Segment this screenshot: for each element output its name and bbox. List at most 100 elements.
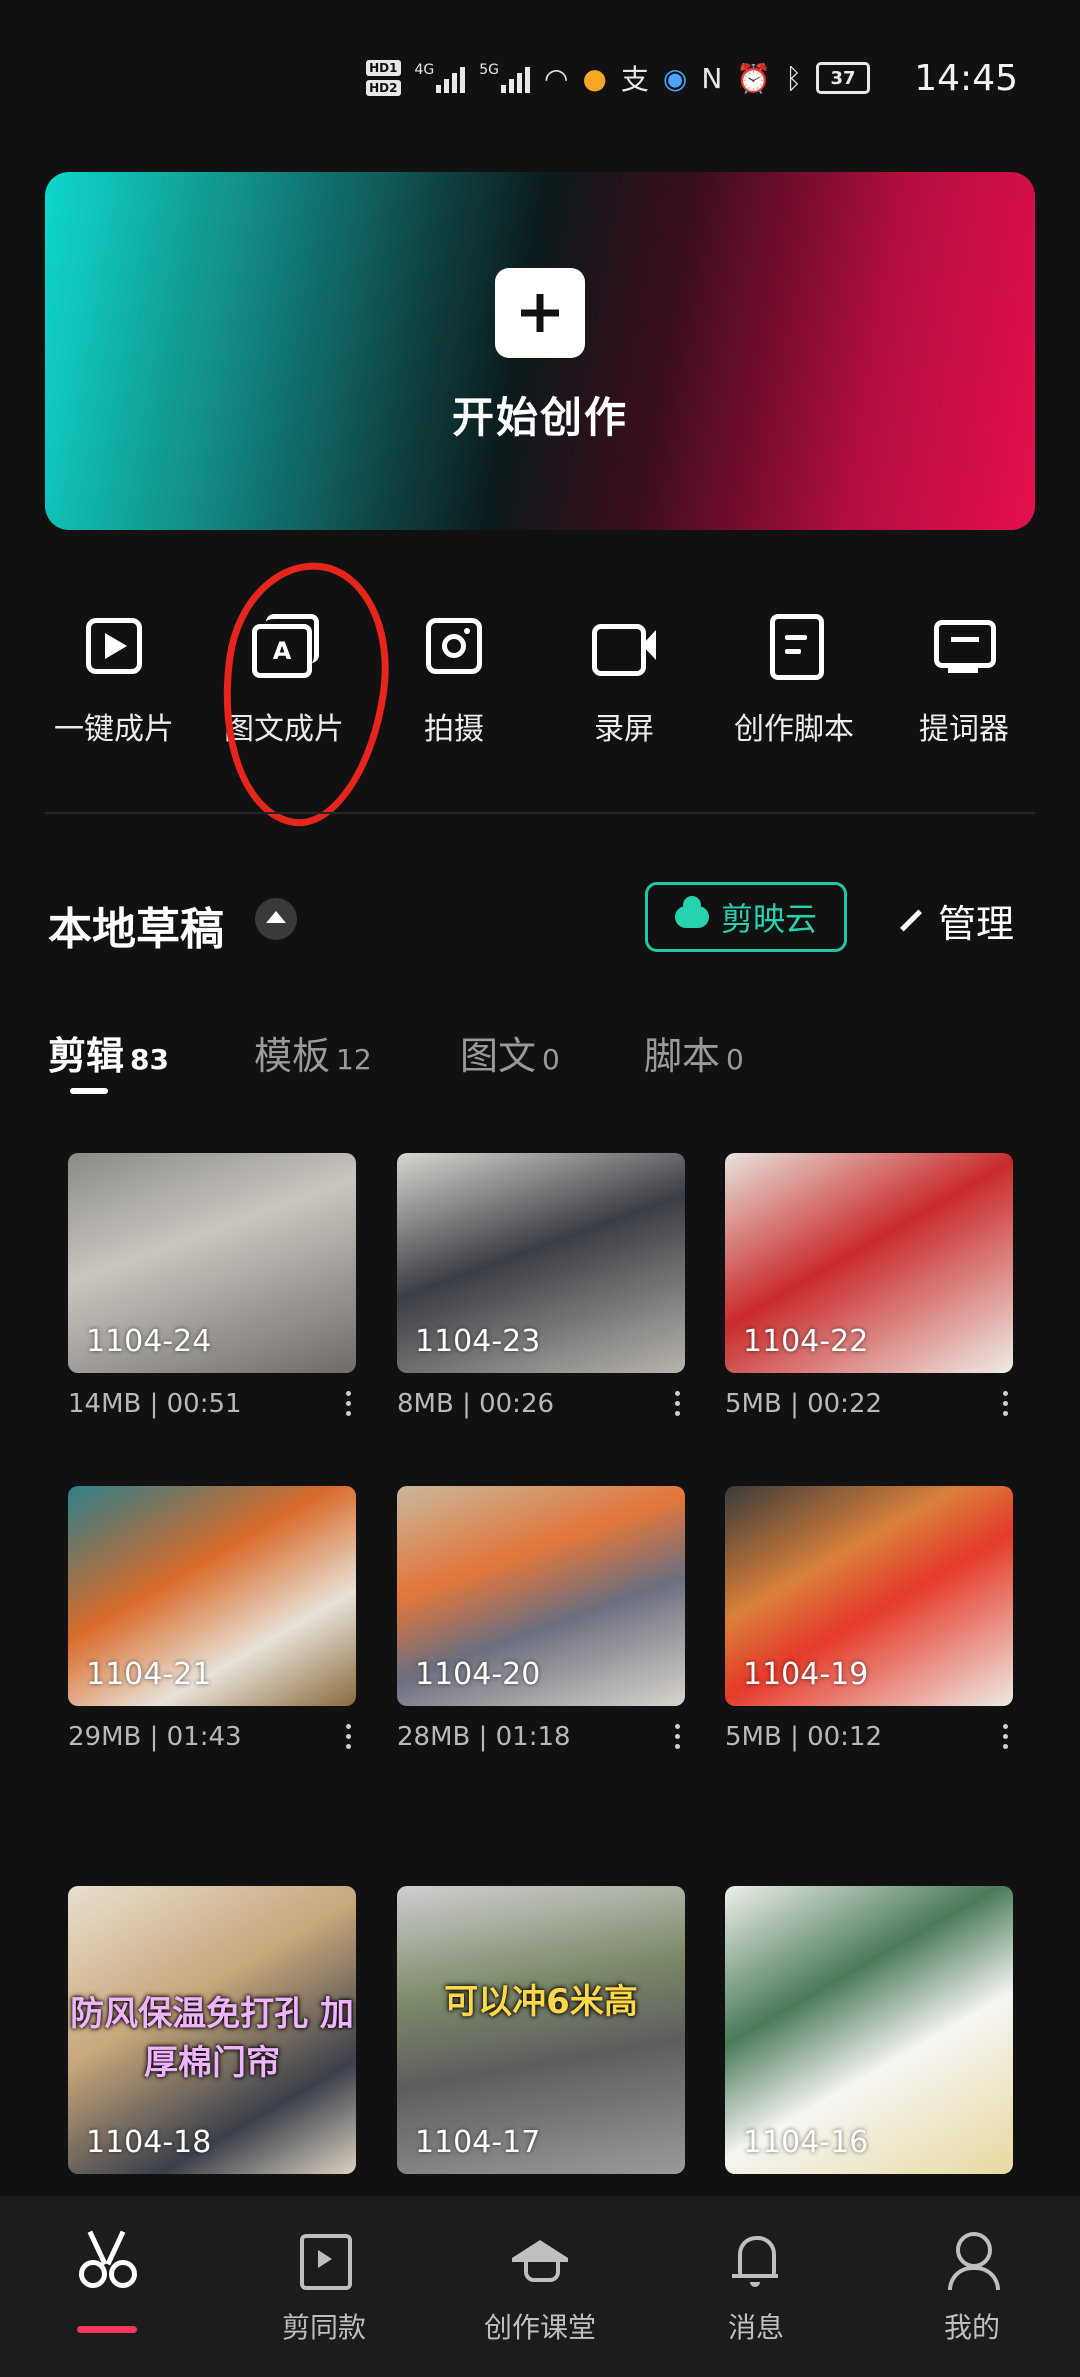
more-icon[interactable] (1003, 1391, 1009, 1421)
manage-button[interactable]: 管理 (898, 893, 1014, 948)
draft-thumbnail[interactable]: 防风保温免打孔 加厚棉门帘 1104-18 (68, 1886, 356, 2174)
tab-count: 12 (336, 1043, 372, 1076)
weibo-icon: ● (582, 61, 607, 95)
status-bar: HD1 HD2 4G 5G ◠ ● 支 ◉ N ⏰ ᛒ 37 14:45 (0, 0, 1080, 150)
draft-meta-text: 28MB | 01:18 (397, 1722, 571, 1752)
draft-name: 1104-24 (86, 1324, 212, 1359)
drafts-title[interactable]: 本地草稿 (48, 893, 224, 957)
draft-card[interactable]: 1104-22 5MB | 00:22 (725, 1153, 1013, 1429)
profile-icon (942, 2230, 1002, 2290)
draft-thumbnail[interactable]: 1104-20 (397, 1486, 685, 1706)
quick-tools: 一键成片 A 图文成片 拍摄 录屏 创作脚本 提词器 (0, 600, 1080, 760)
tab-label: 剪辑 (48, 1034, 125, 1078)
alipay-icon: 支 (620, 63, 649, 96)
draft-card[interactable]: 1104-20 28MB | 01:18 (397, 1486, 685, 1762)
draft-card[interactable]: 1104-23 8MB | 00:26 (397, 1153, 685, 1429)
nav-label: 我的 (943, 2311, 1000, 2344)
screen-record-icon (590, 612, 658, 680)
more-icon[interactable] (346, 1391, 352, 1421)
draft-name: 1104-17 (415, 2125, 541, 2160)
draft-name: 1104-23 (415, 1324, 541, 1359)
status-icons: HD1 HD2 4G 5G ◠ ● 支 ◉ N ⏰ ᛒ 37 (366, 58, 870, 98)
draft-thumbnail[interactable]: 1104-24 (68, 1153, 356, 1373)
active-tab-indicator (70, 1088, 108, 1094)
tab-count: 0 (542, 1043, 560, 1076)
nav-messages[interactable]: 消息 (676, 2230, 836, 2346)
edit-icon (900, 909, 922, 932)
camera-icon (420, 612, 488, 680)
tool-label: 提词器 (919, 712, 1009, 747)
video-caption: 防风保温免打孔 加厚棉门帘 (70, 1994, 354, 2083)
alarm-icon: ⏰ (736, 61, 772, 95)
tool-teleprompter[interactable]: 提词器 (879, 600, 1049, 748)
scissors-icon (77, 2230, 137, 2290)
tab-edit[interactable]: 剪辑 83 (48, 1025, 169, 1080)
tool-label: 一键成片 (54, 712, 174, 747)
start-creation-label: 开始创作 (451, 393, 628, 442)
tool-one-click[interactable]: 一键成片 (29, 600, 199, 748)
draft-meta: 29MB | 01:43 (68, 1722, 356, 1762)
battery-icon: 37 (816, 62, 870, 94)
start-creation-banner[interactable]: 开始创作 (45, 172, 1035, 530)
network-4g-label: 4G (414, 62, 435, 78)
draft-card[interactable]: 1104-16 (725, 1886, 1013, 2174)
divider (45, 812, 1035, 814)
nav-label: 创作课堂 (483, 2311, 596, 2344)
nav-edit[interactable] (27, 2230, 187, 2306)
play-icon (80, 612, 148, 680)
draft-thumbnail[interactable]: 1104-22 (725, 1153, 1013, 1373)
draft-meta: 5MB | 00:12 (725, 1722, 1013, 1762)
tool-screen-record[interactable]: 录屏 (539, 600, 709, 748)
draft-thumbnail[interactable]: 1104-23 (397, 1153, 685, 1373)
tab-image-text[interactable]: 图文 0 (460, 1025, 560, 1080)
draft-name: 1104-19 (743, 1657, 869, 1692)
bluetooth-icon: ᛒ (785, 61, 802, 95)
draft-thumbnail[interactable]: 可以冲6米高 1104-17 (397, 1886, 685, 2174)
cloud-button[interactable]: 剪映云 (645, 882, 847, 952)
tab-template[interactable]: 模板 12 (254, 1025, 372, 1080)
battery-level: 37 (830, 67, 856, 89)
draft-meta: 5MB | 00:22 (725, 1389, 1013, 1429)
draft-meta: 28MB | 01:18 (397, 1722, 685, 1762)
signal-icon (436, 63, 466, 93)
plus-icon (495, 268, 585, 358)
chevron-up-icon[interactable] (255, 898, 297, 940)
tab-label: 图文 (460, 1034, 537, 1078)
nav-template[interactable]: 剪同款 (244, 2230, 404, 2346)
nav-classroom[interactable]: 创作课堂 (460, 2230, 620, 2346)
draft-card[interactable]: 1104-21 29MB | 01:43 (68, 1486, 356, 1762)
more-icon[interactable] (675, 1391, 681, 1421)
draft-meta: 8MB | 00:26 (397, 1389, 685, 1429)
tab-script[interactable]: 脚本 0 (644, 1025, 744, 1080)
more-icon[interactable] (675, 1724, 681, 1754)
nav-profile[interactable]: 我的 (892, 2230, 1052, 2346)
nav-label: 剪同款 (281, 2311, 366, 2344)
draft-thumbnail[interactable]: 1104-16 (725, 1886, 1013, 2174)
draft-card[interactable]: 防风保温免打孔 加厚棉门帘 1104-18 (68, 1886, 356, 2174)
draft-card[interactable]: 可以冲6米高 1104-17 (397, 1886, 685, 2174)
more-icon[interactable] (1003, 1724, 1009, 1754)
draft-thumbnail[interactable]: 1104-19 (725, 1486, 1013, 1706)
tab-count: 83 (130, 1043, 169, 1076)
draft-card[interactable]: 1104-19 5MB | 00:12 (725, 1486, 1013, 1762)
draft-name: 1104-20 (415, 1657, 541, 1692)
bottom-nav: 剪同款 创作课堂 消息 我的 (0, 2196, 1080, 2377)
video-caption: 可以冲6米高 (444, 1982, 638, 2022)
tool-label: 拍摄 (424, 712, 484, 747)
nfc-icon: N (701, 61, 723, 95)
tool-shoot[interactable]: 拍摄 (369, 600, 539, 748)
tab-count: 0 (726, 1043, 744, 1076)
draft-thumbnail[interactable]: 1104-21 (68, 1486, 356, 1706)
template-icon (294, 2230, 354, 2290)
draft-name: 1104-22 (743, 1324, 869, 1359)
bell-icon (726, 2230, 786, 2290)
draft-card[interactable]: 1104-24 14MB | 00:51 (68, 1153, 356, 1429)
more-icon[interactable] (346, 1724, 352, 1754)
draft-meta-text: 8MB | 00:26 (397, 1389, 555, 1419)
tool-script[interactable]: 创作脚本 (709, 600, 879, 748)
manage-label: 管理 (938, 902, 1015, 946)
browser-icon: ◉ (662, 61, 688, 95)
draft-name: 1104-18 (86, 2125, 212, 2160)
cloud-icon (674, 896, 709, 928)
draft-meta: 14MB | 00:51 (68, 1389, 356, 1429)
